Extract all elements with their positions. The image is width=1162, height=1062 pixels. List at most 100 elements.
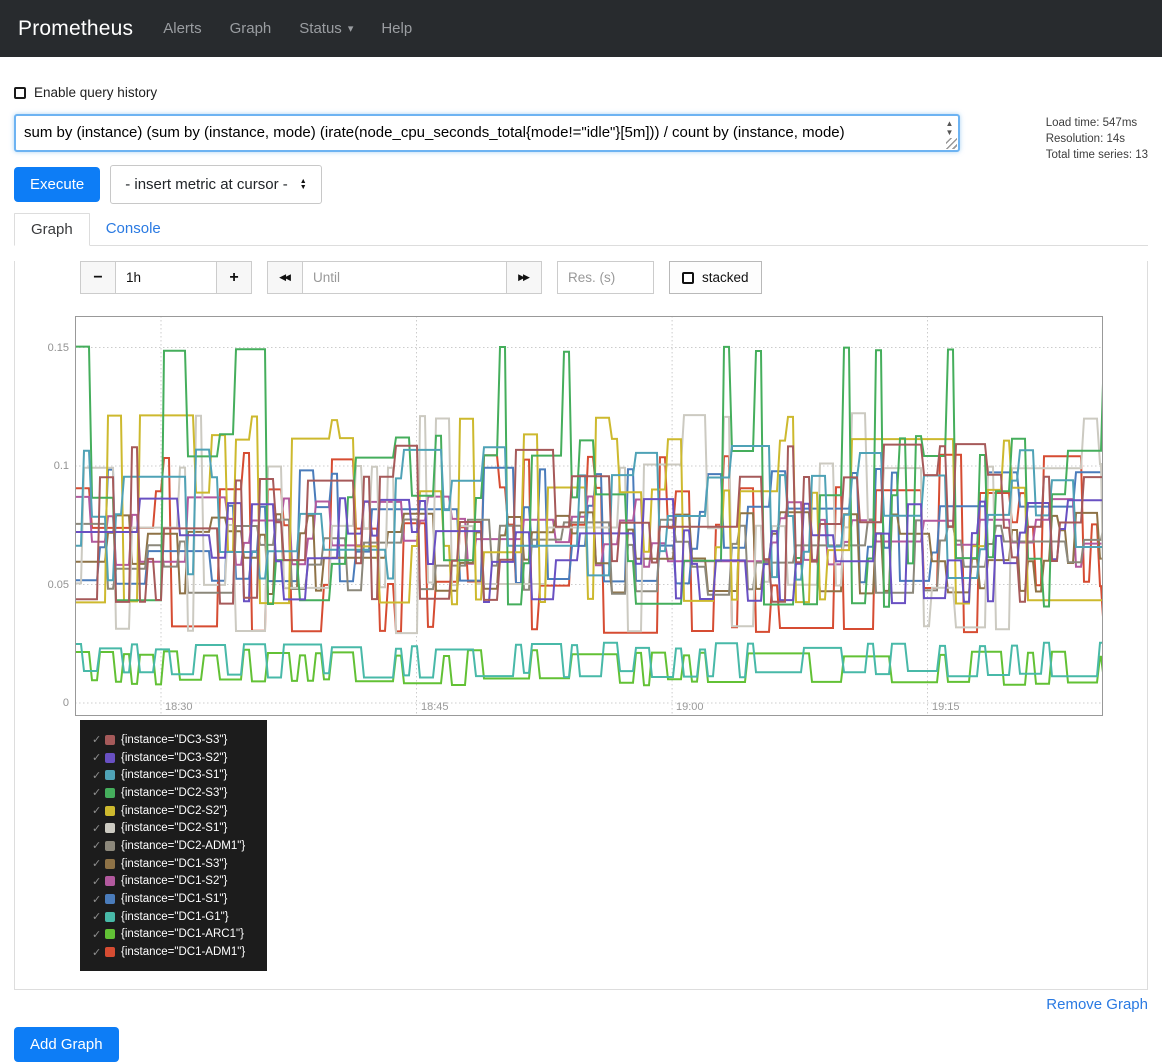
legend-item[interactable]: ✓ {instance="DC2-S2"} bbox=[92, 802, 267, 820]
series-label: {instance="DC3-S1"} bbox=[121, 769, 227, 781]
series-label: {instance="DC1-S1"} bbox=[121, 893, 227, 905]
navbar: Prometheus Alerts Graph Status ▾ Help bbox=[0, 0, 1162, 57]
nav-item-graph[interactable]: Graph bbox=[230, 20, 272, 37]
legend-item[interactable]: ✓ {instance="DC1-G1"} bbox=[92, 908, 267, 926]
until-input[interactable] bbox=[302, 261, 507, 294]
series-color-swatch bbox=[105, 788, 115, 798]
insert-metric-select[interactable]: - insert metric at cursor - ▲▼ bbox=[110, 165, 321, 204]
y-tick-label: 0.1 bbox=[27, 460, 69, 472]
series-label: {instance="DC2-S2"} bbox=[121, 805, 227, 817]
range-input[interactable] bbox=[115, 261, 217, 294]
query-history-checkbox[interactable] bbox=[14, 87, 26, 99]
shift-forward-button[interactable]: ▶▶ bbox=[506, 261, 542, 294]
series-color-swatch bbox=[105, 929, 115, 939]
series-color-swatch bbox=[105, 823, 115, 833]
legend-item[interactable]: ✓ {instance="DC3-S1"} bbox=[92, 766, 267, 784]
range-control-group: − + bbox=[80, 261, 252, 294]
resize-grip-icon[interactable] bbox=[946, 138, 957, 149]
rewind-icon: ◀◀ bbox=[279, 272, 291, 283]
series-label: {instance="DC1-S2"} bbox=[121, 875, 227, 887]
series-label: {instance="DC3-S2"} bbox=[121, 752, 227, 764]
legend-item[interactable]: ✓ {instance="DC1-S1"} bbox=[92, 890, 267, 908]
nav-item-alerts[interactable]: Alerts bbox=[163, 20, 201, 37]
checkmark-icon: ✓ bbox=[92, 769, 105, 782]
graph-controls: − + ◀◀ ▶▶ stacked bbox=[80, 261, 1147, 294]
total-time-series: Total time series: 13 bbox=[1046, 147, 1148, 163]
checkmark-icon: ✓ bbox=[92, 893, 105, 906]
forward-icon: ▶▶ bbox=[518, 272, 530, 283]
legend-item[interactable]: ✓ {instance="DC3-S3"} bbox=[92, 731, 267, 749]
legend-item[interactable]: ✓ {instance="DC2-S1"} bbox=[92, 819, 267, 837]
series-label: {instance="DC1-ARC1"} bbox=[121, 928, 244, 940]
checkmark-icon: ✓ bbox=[92, 875, 105, 888]
tab-graph[interactable]: Graph bbox=[14, 213, 90, 246]
query-expression: sum by (instance) (sum by (instance, mod… bbox=[24, 124, 936, 141]
legend-item[interactable]: ✓{instance="DC1-ARC1"} bbox=[92, 926, 267, 944]
series-label: {instance="DC2-S1"} bbox=[121, 822, 227, 834]
remove-graph-row: Remove Graph bbox=[14, 996, 1148, 1013]
series-color-swatch bbox=[105, 912, 115, 922]
shift-back-button[interactable]: ◀◀ bbox=[267, 261, 303, 294]
series-color-swatch bbox=[105, 841, 115, 851]
minus-icon: − bbox=[93, 269, 102, 287]
scroll-up-icon: ▲ bbox=[946, 119, 954, 128]
stacked-toggle[interactable]: stacked bbox=[669, 261, 762, 294]
checkmark-icon: ✓ bbox=[92, 910, 105, 923]
scroll-down-icon: ▼ bbox=[946, 128, 954, 137]
series-color-swatch bbox=[105, 806, 115, 816]
tab-bar: Graph Console bbox=[14, 213, 1148, 246]
legend-item[interactable]: ✓ {instance="DC2-ADM1"} bbox=[92, 837, 267, 855]
time-control-group: ◀◀ ▶▶ bbox=[267, 261, 542, 294]
series-color-swatch bbox=[105, 859, 115, 869]
execute-button[interactable]: Execute bbox=[14, 167, 100, 202]
legend-item[interactable]: ✓ {instance="DC3-S2"} bbox=[92, 749, 267, 767]
query-history-label: Enable query history bbox=[34, 85, 157, 100]
series-color-swatch bbox=[105, 894, 115, 904]
add-graph-button[interactable]: Add Graph bbox=[14, 1027, 119, 1062]
series-label: {instance="DC3-S3"} bbox=[121, 734, 227, 746]
plot-area[interactable] bbox=[75, 316, 1103, 716]
checkmark-icon: ✓ bbox=[92, 733, 105, 746]
checkmark-icon: ✓ bbox=[92, 822, 105, 835]
brand-title[interactable]: Prometheus bbox=[18, 17, 133, 41]
checkmark-icon: ✓ bbox=[92, 804, 105, 817]
checkmark-icon: ✓ bbox=[92, 786, 105, 799]
series-color-swatch bbox=[105, 876, 115, 886]
nav-item-help[interactable]: Help bbox=[381, 20, 412, 37]
checkmark-icon: ✓ bbox=[92, 857, 105, 870]
checkmark-icon: ✓ bbox=[92, 751, 105, 764]
caret-down-icon: ▾ bbox=[348, 22, 354, 35]
series-label: {instance="DC1-G1"} bbox=[121, 911, 229, 923]
resolution: Resolution: 14s bbox=[1046, 131, 1148, 147]
query-input[interactable]: sum by (instance) (sum by (instance, mod… bbox=[14, 114, 960, 152]
main-content: Enable query history sum by (instance) (… bbox=[14, 85, 1148, 1062]
checkmark-icon: ✓ bbox=[92, 839, 105, 852]
legend-item[interactable]: ✓ {instance="DC1-ADM1"} bbox=[92, 943, 267, 961]
increase-range-button[interactable]: + bbox=[216, 261, 252, 294]
resolution-input[interactable] bbox=[557, 261, 654, 294]
legend-item[interactable]: ✓{instance="DC1-S3"} bbox=[92, 855, 267, 873]
remove-graph-link[interactable]: Remove Graph bbox=[1046, 996, 1148, 1013]
series-label: {instance="DC1-ADM1"} bbox=[121, 946, 245, 958]
series-color-swatch bbox=[105, 753, 115, 763]
x-tick-label: 19:00 bbox=[676, 701, 704, 713]
select-arrows-icon: ▲▼ bbox=[300, 179, 307, 191]
stacked-label: stacked bbox=[702, 270, 749, 285]
query-row: sum by (instance) (sum by (instance, mod… bbox=[14, 114, 1148, 152]
series-color-swatch bbox=[105, 735, 115, 745]
y-tick-label: 0.05 bbox=[27, 579, 69, 591]
legend-item[interactable]: ✓ {instance="DC1-S2"} bbox=[92, 873, 267, 891]
cpu-usage-chart[interactable]: 00.050.10.15 18:3018:4519:0019:15 bbox=[75, 316, 1103, 716]
checkmark-icon: ✓ bbox=[92, 946, 105, 959]
x-tick-label: 18:30 bbox=[165, 701, 193, 713]
stacked-checkbox bbox=[682, 272, 694, 284]
graph-panel: − + ◀◀ ▶▶ stacked bbox=[14, 261, 1148, 990]
series-label: {instance="DC2-ADM1"} bbox=[121, 840, 245, 852]
query-history-row: Enable query history bbox=[14, 85, 1148, 100]
nav-item-status-dropdown[interactable]: Status ▾ bbox=[299, 20, 353, 37]
legend-item[interactable]: ✓{instance="DC2-S3"} bbox=[92, 784, 267, 802]
tab-console[interactable]: Console bbox=[90, 213, 177, 245]
add-graph-row: Add Graph bbox=[14, 1027, 1148, 1062]
y-tick-label: 0 bbox=[27, 697, 69, 709]
decrease-range-button[interactable]: − bbox=[80, 261, 116, 294]
